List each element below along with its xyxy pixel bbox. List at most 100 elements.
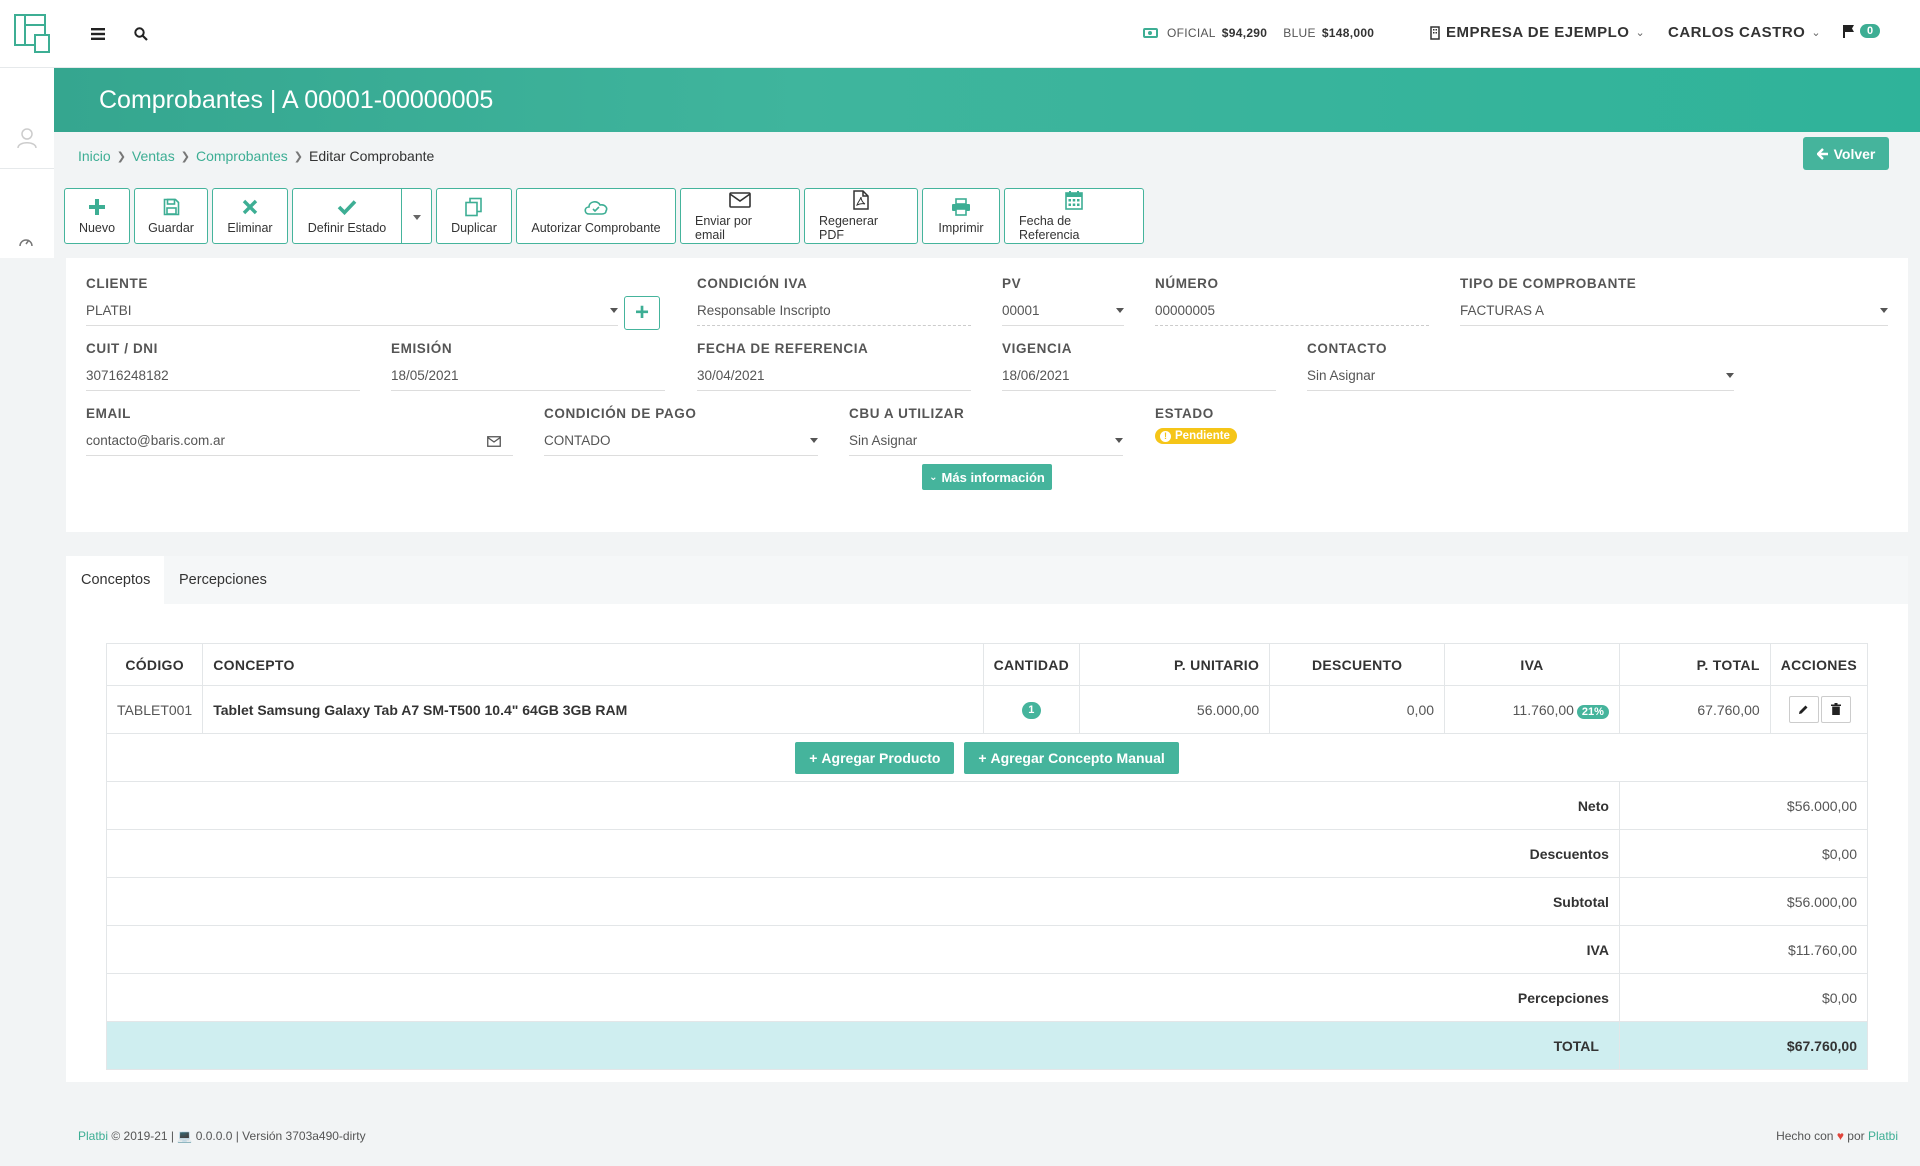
- delete-row-button[interactable]: [1820, 695, 1851, 723]
- descuentos-value: $0,00: [1618, 829, 1869, 878]
- cell-acciones: [1769, 685, 1869, 734]
- enviar-email-button[interactable]: Enviar por email: [680, 188, 800, 244]
- notifications-count: 0: [1860, 24, 1881, 38]
- user-name: CARLOS CASTRO: [1668, 24, 1806, 41]
- chevron-right-icon: ❯: [293, 150, 303, 163]
- email-input[interactable]: contacto@baris.com.ar: [86, 430, 513, 456]
- fecha-referencia-field-label: FECHA DE REFERENCIA: [697, 341, 869, 356]
- fecha-referencia-label: Fecha de Referencia: [1019, 214, 1080, 242]
- volver-button[interactable]: Volver: [1803, 137, 1889, 170]
- imprimir-button[interactable]: Imprimir: [922, 188, 1000, 244]
- tabs-bar: Conceptos Percepciones: [66, 556, 1908, 604]
- add-cliente-button[interactable]: +: [624, 296, 660, 330]
- user-avatar-icon[interactable]: [15, 126, 39, 150]
- cbu-select[interactable]: Sin Asignar: [849, 430, 1123, 456]
- autorizar-comprobante-button[interactable]: Autorizar Comprobante: [516, 188, 676, 244]
- search-icon[interactable]: [129, 22, 153, 46]
- volver-label: Volver: [1833, 145, 1876, 162]
- breadcrumb-ventas[interactable]: Ventas: [132, 148, 175, 164]
- breadcrumb-comprobantes[interactable]: Comprobantes: [196, 148, 288, 164]
- cuit-input[interactable]: 30716248182: [86, 365, 360, 391]
- chevron-down-icon: ⌄: [1635, 27, 1646, 39]
- tab-percepciones-label: Percepciones: [179, 572, 267, 588]
- plus-icon: +: [634, 299, 649, 326]
- email-label: EMAIL: [86, 406, 131, 421]
- total-label: TOTAL: [106, 1021, 1620, 1070]
- user-menu[interactable]: CARLOS CASTRO ⌄: [1668, 24, 1821, 41]
- company-name: EMPRESA DE EJEMPLO: [1446, 24, 1630, 41]
- definir-estado-dropdown-toggle[interactable]: [402, 188, 432, 244]
- info-icon: !: [1160, 430, 1171, 442]
- table-header-row: CÓDIGO CONCEPTO CANTIDAD P. UNITARIO DES…: [105, 643, 1869, 686]
- building-icon: [1430, 25, 1440, 40]
- total-row: TOTAL $67.760,00: [106, 1021, 1869, 1070]
- iva-total-label: IVA: [106, 925, 1620, 974]
- cell-p-total: 67.760,00: [1618, 685, 1771, 734]
- descuentos-row: Descuentos $0,00: [106, 829, 1869, 878]
- pv-select[interactable]: 00001: [1002, 300, 1124, 326]
- cell-codigo: TABLET001: [105, 685, 204, 734]
- agregar-concepto-manual-button[interactable]: + Agregar Concepto Manual: [964, 741, 1179, 774]
- nuevo-button[interactable]: Nuevo: [64, 188, 130, 244]
- top-navbar: OFICIAL $94,290 BLUE $148,000 EMPRESA DE…: [0, 0, 1920, 68]
- copy-icon: [464, 197, 484, 217]
- autorizar-label: Autorizar Comprobante: [531, 221, 661, 235]
- breadcrumb-inicio[interactable]: Inicio: [78, 148, 111, 164]
- caret-down-icon: [1115, 438, 1123, 443]
- cell-p-unitario: 56.000,00: [1079, 685, 1271, 734]
- cliente-select[interactable]: PLATBI: [86, 300, 618, 326]
- envelope-icon[interactable]: [487, 436, 501, 447]
- footer-by: por: [1847, 1129, 1865, 1143]
- tipo-comprobante-field: TIPO DE COMPROBANTE FACTURAS A: [1460, 276, 1888, 328]
- col-descuento: DESCUENTO: [1269, 643, 1446, 686]
- caret-down-icon: [1880, 308, 1888, 313]
- mas-informacion-button[interactable]: ⌄ Más información: [922, 464, 1052, 490]
- regenerar-pdf-button[interactable]: Regenerar PDF: [804, 188, 918, 244]
- fecha-referencia-input[interactable]: 30/04/2021: [697, 365, 971, 391]
- iva-total-value: $11.760,00: [1618, 925, 1869, 974]
- imprimir-label: Imprimir: [938, 221, 984, 235]
- definir-estado-group: Definir Estado: [292, 188, 432, 244]
- tab-conceptos[interactable]: Conceptos: [66, 556, 164, 604]
- dashboard-gauge-icon[interactable]: [18, 234, 34, 248]
- vigencia-field: VIGENCIA 18/06/2021: [1002, 341, 1276, 393]
- edit-row-button[interactable]: [1788, 696, 1819, 724]
- caret-down-icon: [1116, 308, 1124, 313]
- footer-brand2-link[interactable]: Platbi: [1868, 1129, 1898, 1143]
- tipo-comprobante-label: TIPO DE COMPROBANTE: [1460, 276, 1637, 291]
- add-actions-cell: + Agregar Producto + Agregar Concepto Manu…: [106, 733, 1868, 782]
- agregar-producto-button[interactable]: + Agregar Producto: [795, 741, 955, 774]
- contacto-select[interactable]: Sin Asignar: [1307, 365, 1734, 391]
- footer-version-build: | Versión 3703a490-dirty: [235, 1129, 366, 1143]
- flag-icon: [1843, 25, 1854, 38]
- condicion-pago-value: CONTADO: [544, 433, 611, 448]
- emision-input[interactable]: 18/05/2021: [391, 365, 665, 391]
- definir-estado-button[interactable]: Definir Estado: [292, 188, 402, 244]
- footer-left: Platbi © 2019-21 | 💻 0.0.0.0 | Versión 3…: [78, 1129, 366, 1143]
- eliminar-button[interactable]: Eliminar: [212, 188, 288, 244]
- status-badge: ! Pendiente: [1155, 428, 1237, 444]
- condicion-pago-select[interactable]: CONTADO: [544, 430, 818, 456]
- duplicar-button[interactable]: Duplicar: [436, 188, 512, 244]
- left-sidebar: [0, 68, 54, 258]
- vigencia-input[interactable]: 18/06/2021: [1002, 365, 1276, 391]
- platbi-logo-icon[interactable]: [14, 14, 52, 54]
- fecha-referencia-button[interactable]: Fecha de Referencia: [1004, 188, 1144, 244]
- col-cantidad: CANTIDAD: [982, 643, 1081, 686]
- tipo-comprobante-select[interactable]: FACTURAS A: [1460, 300, 1888, 326]
- footer-brand-link[interactable]: Platbi: [78, 1129, 108, 1143]
- pv-label: PV: [1002, 276, 1022, 291]
- tab-percepciones[interactable]: Percepciones: [164, 556, 282, 604]
- pencil-icon: [1799, 705, 1808, 715]
- guardar-button[interactable]: Guardar: [134, 188, 208, 244]
- cuit-label: CUIT / DNI: [86, 341, 158, 356]
- x-icon: [242, 197, 258, 217]
- plus-icon: [88, 197, 106, 217]
- cuit-field: CUIT / DNI 30716248182: [86, 341, 360, 393]
- company-selector[interactable]: EMPRESA DE EJEMPLO ⌄: [1430, 24, 1645, 41]
- cliente-field: CLIENTE PLATBI: [86, 276, 618, 328]
- menu-toggle-icon[interactable]: [86, 22, 110, 46]
- condicion-iva-label: CONDICIÓN IVA: [697, 276, 808, 291]
- add-actions-row: + Agregar Producto + Agregar Concepto Manu…: [106, 733, 1868, 782]
- notifications-button[interactable]: 0: [1842, 24, 1881, 38]
